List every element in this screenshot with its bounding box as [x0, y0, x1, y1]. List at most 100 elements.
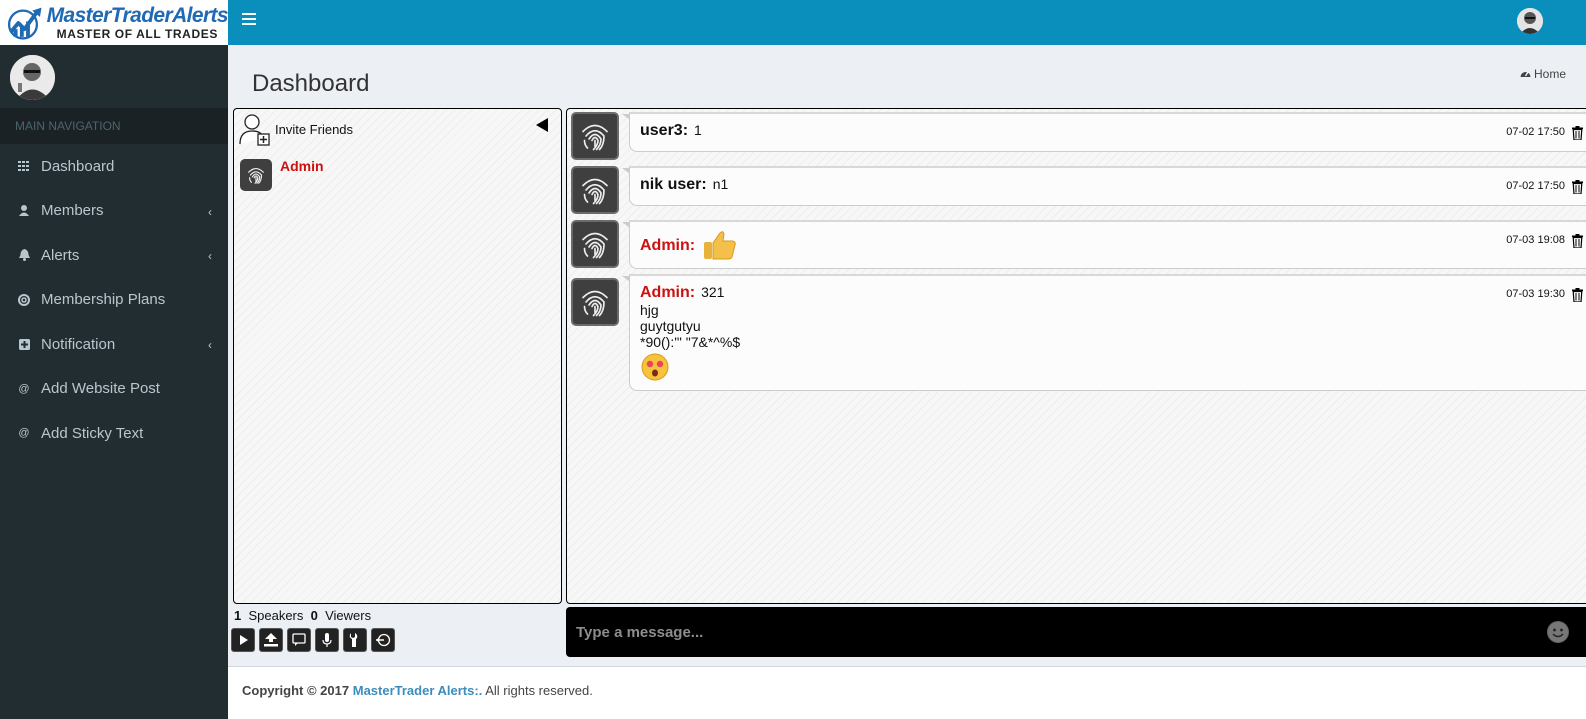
brand-name: MasterTraderAlerts: [46, 4, 229, 27]
speakers-count: 1: [234, 608, 242, 623]
top-header: MasterTraderAlerts MASTER OF ALL TRADES: [0, 0, 1586, 45]
room-toolbar: [231, 628, 395, 652]
fingerprint-avatar-icon: [571, 112, 619, 160]
message-line: hjg: [640, 302, 659, 318]
room-user-item[interactable]: Admin: [240, 158, 324, 191]
sidebar-item-label: Add Sticky Text: [41, 424, 144, 442]
user-icon: [17, 204, 31, 218]
message-user: user3:: [640, 122, 689, 139]
chevron-left-icon: ‹: [208, 338, 212, 352]
message-time: 07-02 17:50: [1506, 126, 1565, 138]
play-icon[interactable]: [231, 628, 255, 652]
logo-chart-icon: [7, 7, 42, 40]
message-time: 07-02 17:50: [1506, 180, 1565, 192]
footer-brand-link[interactable]: MasterTrader Alerts:.: [353, 683, 483, 698]
menu-toggle-icon[interactable]: [242, 13, 256, 25]
sidebar-avatar[interactable]: [10, 55, 55, 100]
sidebar-user-panel: [0, 45, 228, 108]
chat-bubble: nik user: n1 07-02 17:50: [622, 166, 1586, 206]
breadcrumb-home[interactable]: Home: [1534, 67, 1566, 81]
footer: Copyright © 2017 MasterTrader Alerts:. A…: [228, 666, 1586, 719]
collapse-panel-icon[interactable]: [536, 118, 548, 132]
grid-icon: [17, 159, 31, 173]
emoji-picker-icon[interactable]: [1547, 621, 1569, 643]
invite-friends-button[interactable]: Invite Friends: [238, 112, 353, 146]
chat-panel: user3: 1 07-02 17:50 nik user: n1 07-02 17…: [566, 108, 1586, 604]
at-icon: @: [18, 382, 30, 395]
message-time: 07-03 19:30: [1506, 288, 1565, 300]
at-icon: @: [18, 427, 30, 440]
message-user: Admin:: [640, 284, 696, 301]
room-counts: 1 Speakers 0 Viewers: [234, 608, 371, 623]
fingerprint-avatar-icon: [571, 278, 619, 326]
chat-message: [571, 166, 619, 214]
fingerprint-avatar-icon: [571, 166, 619, 214]
add-user-icon: [239, 114, 270, 146]
brand-logo[interactable]: MasterTraderAlerts MASTER OF ALL TRADES: [0, 0, 229, 45]
message-time: 07-03 19:08: [1506, 234, 1565, 246]
message-body: hjg guytgutyu *90():'" "7&*^%$: [640, 302, 1579, 350]
message-user: nik user:: [640, 176, 707, 193]
nav-section-header: MAIN NAVIGATION: [0, 108, 228, 144]
message-text: 1: [694, 122, 702, 138]
chat-bubble: Admin: 07-03 19:08: [622, 220, 1586, 269]
breadcrumb[interactable]: Home: [1520, 67, 1566, 81]
sidebar-item-label: Add Website Post: [41, 380, 160, 398]
sidebar-item-add-sticky-text[interactable]: @ Add Sticky Text: [0, 411, 228, 456]
message-user: Admin:: [640, 237, 696, 254]
invite-friends-label: Invite Friends: [275, 121, 354, 137]
plus-square-icon: [17, 337, 31, 351]
viewers-label: Viewers: [325, 608, 372, 623]
trash-icon[interactable]: [1572, 180, 1583, 194]
page-title: Dashboard: [252, 70, 370, 97]
love-struck-emoji-icon: [641, 353, 669, 381]
thumbs-up-icon: [704, 231, 736, 260]
message-line: *90():'" "7&*^%$: [640, 334, 741, 350]
sidebar: MAIN NAVIGATION Dashboard Members ‹ Aler…: [0, 45, 228, 719]
upload-icon[interactable]: [259, 628, 283, 652]
message-text: 321: [701, 284, 725, 300]
life-ring-icon: [17, 293, 31, 307]
fingerprint-avatar-icon: [571, 220, 619, 268]
chat-message: [571, 220, 619, 268]
sidebar-item-label: Alerts: [41, 246, 80, 264]
sidebar-item-label: Membership Plans: [41, 291, 166, 309]
sidebar-item-label: Dashboard: [41, 157, 115, 175]
sidebar-item-notification[interactable]: Notification ‹: [0, 322, 228, 367]
chevron-left-icon: ‹: [208, 204, 212, 219]
rights-text: All rights reserved.: [485, 683, 593, 698]
message-text: n1: [712, 176, 729, 192]
trash-icon[interactable]: [1572, 126, 1583, 140]
user-avatar-top[interactable]: [1517, 8, 1543, 34]
room-user-name: Admin: [280, 158, 324, 174]
sidebar-item-dashboard[interactable]: Dashboard: [0, 144, 228, 189]
sidebar-item-members[interactable]: Members ‹: [0, 189, 228, 234]
speakers-label: Speakers: [248, 608, 304, 623]
microphone-icon[interactable]: [315, 628, 339, 652]
footer-copyright: Copyright © 2017 MasterTrader Alerts:. A…: [242, 683, 593, 698]
chat-bubble-icon[interactable]: [287, 628, 311, 652]
viewers-count: 0: [310, 608, 318, 623]
fingerprint-avatar-icon: [240, 159, 272, 191]
sidebar-item-label: Members: [41, 202, 104, 220]
copyright-text: Copyright © 2017: [242, 683, 350, 698]
chat-bubble: user3: 1 07-02 17:50: [622, 112, 1586, 152]
sidebar-item-alerts[interactable]: Alerts ‹: [0, 233, 228, 278]
message-input[interactable]: [576, 619, 1526, 645]
message-line: guytgutyu: [640, 318, 701, 334]
trash-icon[interactable]: [1572, 288, 1583, 302]
logout-icon[interactable]: [371, 628, 395, 652]
bell-icon: [17, 248, 31, 262]
room-users-panel: Invite Friends Admin: [233, 108, 562, 604]
dashboard-gauge-icon: [1520, 68, 1531, 81]
sidebar-item-membership-plans[interactable]: Membership Plans: [0, 278, 228, 323]
sidebar-item-add-website-post[interactable]: @ Add Website Post: [0, 367, 228, 412]
sidebar-item-label: Notification: [41, 335, 116, 353]
chevron-left-icon: ‹: [208, 249, 212, 263]
trash-icon[interactable]: [1572, 234, 1583, 248]
brand-tagline: MASTER OF ALL TRADES: [56, 27, 218, 41]
chat-message: [571, 112, 619, 160]
message-composer: [566, 607, 1586, 657]
wrench-icon[interactable]: [343, 628, 367, 652]
chat-bubble: Admin: 321 hjg guytgutyu *90():'" "7&*^%$…: [622, 274, 1586, 391]
